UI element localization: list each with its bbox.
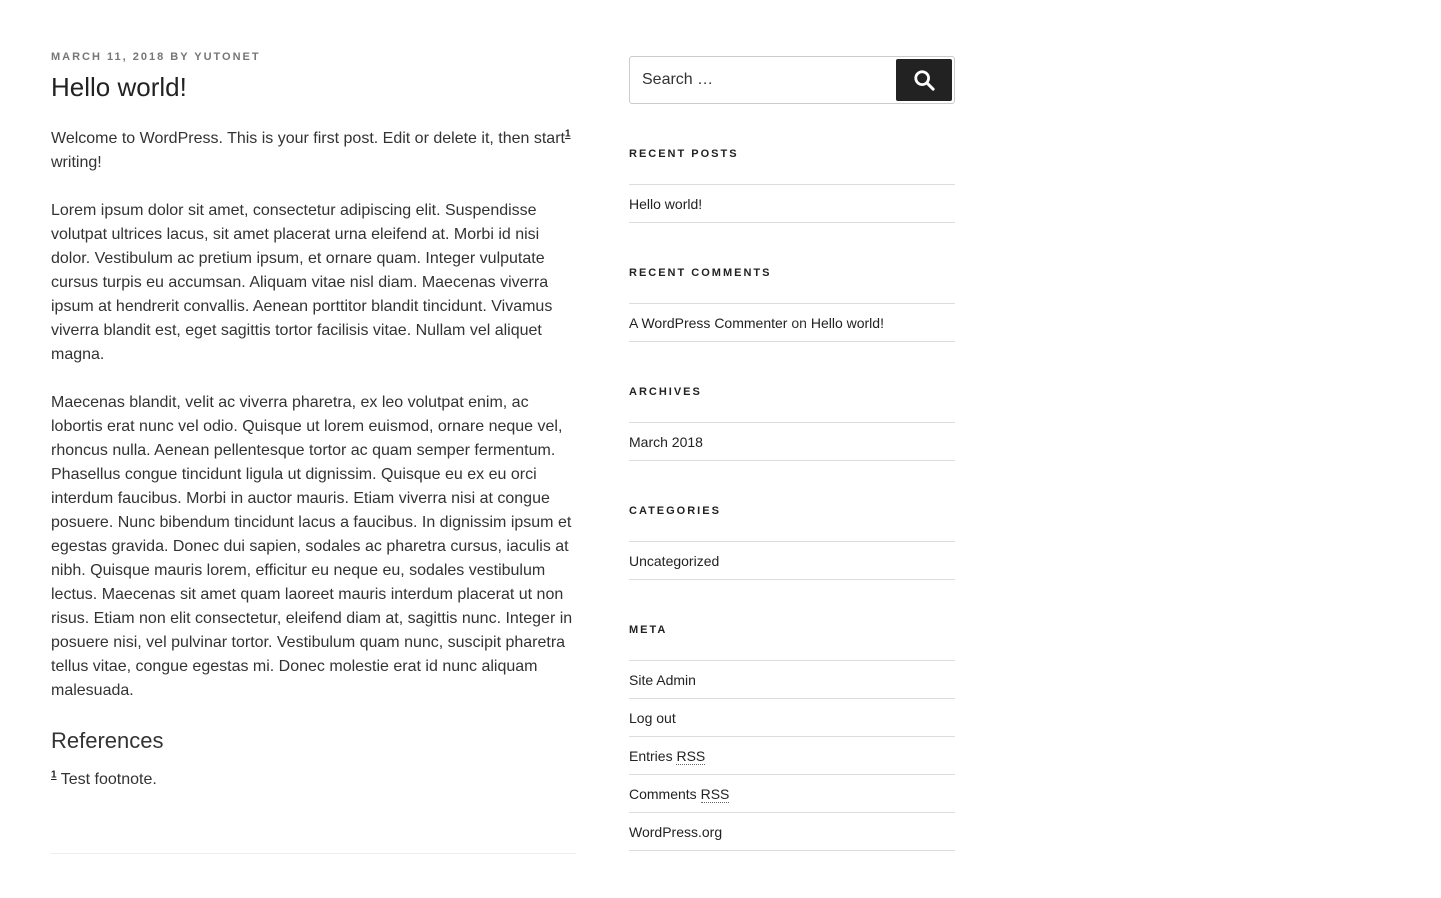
sidebar: RECENT POSTS Hello world! RECENT COMMENT…	[629, 56, 955, 851]
archive-link[interactable]: March 2018	[629, 434, 703, 450]
archives-widget: ARCHIVES March 2018	[629, 385, 955, 461]
list-item: A WordPress Commenter on Hello world!	[629, 304, 955, 342]
comments-label: Comments	[629, 786, 697, 802]
comment-post-link[interactable]: Hello world!	[811, 315, 884, 331]
recent-comments-list: A WordPress Commenter on Hello world!	[629, 303, 955, 342]
meta-widget: META Site Admin Log out Entries RSS Comm…	[629, 623, 955, 851]
widget-title-categories: CATEGORIES	[629, 505, 721, 517]
list-item: WordPress.org	[629, 813, 955, 851]
post-date-link[interactable]: MARCH 11, 2018	[51, 51, 165, 63]
post-paragraph-1: Welcome to WordPress. This is your first…	[51, 127, 576, 175]
widget-title-recent-posts: RECENT POSTS	[629, 148, 739, 160]
meta-list: Site Admin Log out Entries RSS Comments …	[629, 660, 955, 851]
post-by-label: BY	[170, 51, 190, 63]
entries-rss-link[interactable]: Entries RSS	[629, 748, 706, 765]
categories-list: Uncategorized	[629, 541, 955, 580]
widget-title-meta: META	[629, 624, 668, 636]
recent-posts-list: Hello world!	[629, 184, 955, 223]
footnote-text: Test footnote.	[56, 771, 157, 788]
search-icon	[914, 70, 935, 91]
post-meta: MARCH 11, 2018 BY YUTONET	[51, 50, 576, 64]
footnote-item: 1 Test footnote.	[51, 768, 576, 792]
archives-list: March 2018	[629, 422, 955, 461]
categories-widget: CATEGORIES Uncategorized	[629, 504, 955, 580]
rss-abbr: RSS	[700, 786, 730, 803]
wordpress-org-link[interactable]: WordPress.org	[629, 824, 722, 840]
paragraph-1-text: Welcome to WordPress. This is your first…	[51, 130, 565, 147]
post-paragraph-2: Lorem ipsum dolor sit amet, consectetur …	[51, 202, 553, 363]
comment-on-label: on	[791, 315, 807, 331]
list-item: Hello world!	[629, 185, 955, 223]
search-input[interactable]	[630, 57, 896, 103]
recent-comments-widget: RECENT COMMENTS A WordPress Commenter on…	[629, 266, 955, 342]
widget-title-archives: ARCHIVES	[629, 386, 702, 398]
paragraph-1-text-end: writing!	[51, 154, 102, 171]
comments-rss-link[interactable]: Comments RSS	[629, 786, 730, 803]
list-item: Entries RSS	[629, 737, 955, 775]
list-item: Site Admin	[629, 661, 955, 699]
footnote-ref-link[interactable]: 1	[565, 129, 571, 140]
post-author-link[interactable]: YUTONET	[194, 51, 260, 63]
search-form	[629, 56, 955, 104]
site-admin-link[interactable]: Site Admin	[629, 672, 696, 688]
list-item: Uncategorized	[629, 542, 955, 580]
post-title: Hello world!	[51, 72, 187, 102]
entries-label: Entries	[629, 748, 673, 764]
post: MARCH 11, 2018 BY YUTONET Hello world! W…	[51, 50, 576, 792]
recent-posts-widget: RECENT POSTS Hello world!	[629, 147, 955, 223]
search-button[interactable]	[896, 59, 952, 101]
post-divider	[51, 853, 576, 854]
list-item: Comments RSS	[629, 775, 955, 813]
list-item: Log out	[629, 699, 955, 737]
widget-title-recent-comments: RECENT COMMENTS	[629, 267, 772, 279]
list-item: March 2018	[629, 423, 955, 461]
post-content: Welcome to WordPress. This is your first…	[51, 127, 576, 792]
log-out-link[interactable]: Log out	[629, 710, 676, 726]
comment-author-link[interactable]: A WordPress Commenter	[629, 315, 787, 331]
category-link[interactable]: Uncategorized	[629, 553, 719, 569]
rss-abbr: RSS	[676, 748, 706, 765]
post-paragraph-3: Maecenas blandit, velit ac viverra phare…	[51, 394, 573, 699]
references-heading: References	[51, 728, 164, 753]
recent-post-link[interactable]: Hello world!	[629, 196, 702, 212]
